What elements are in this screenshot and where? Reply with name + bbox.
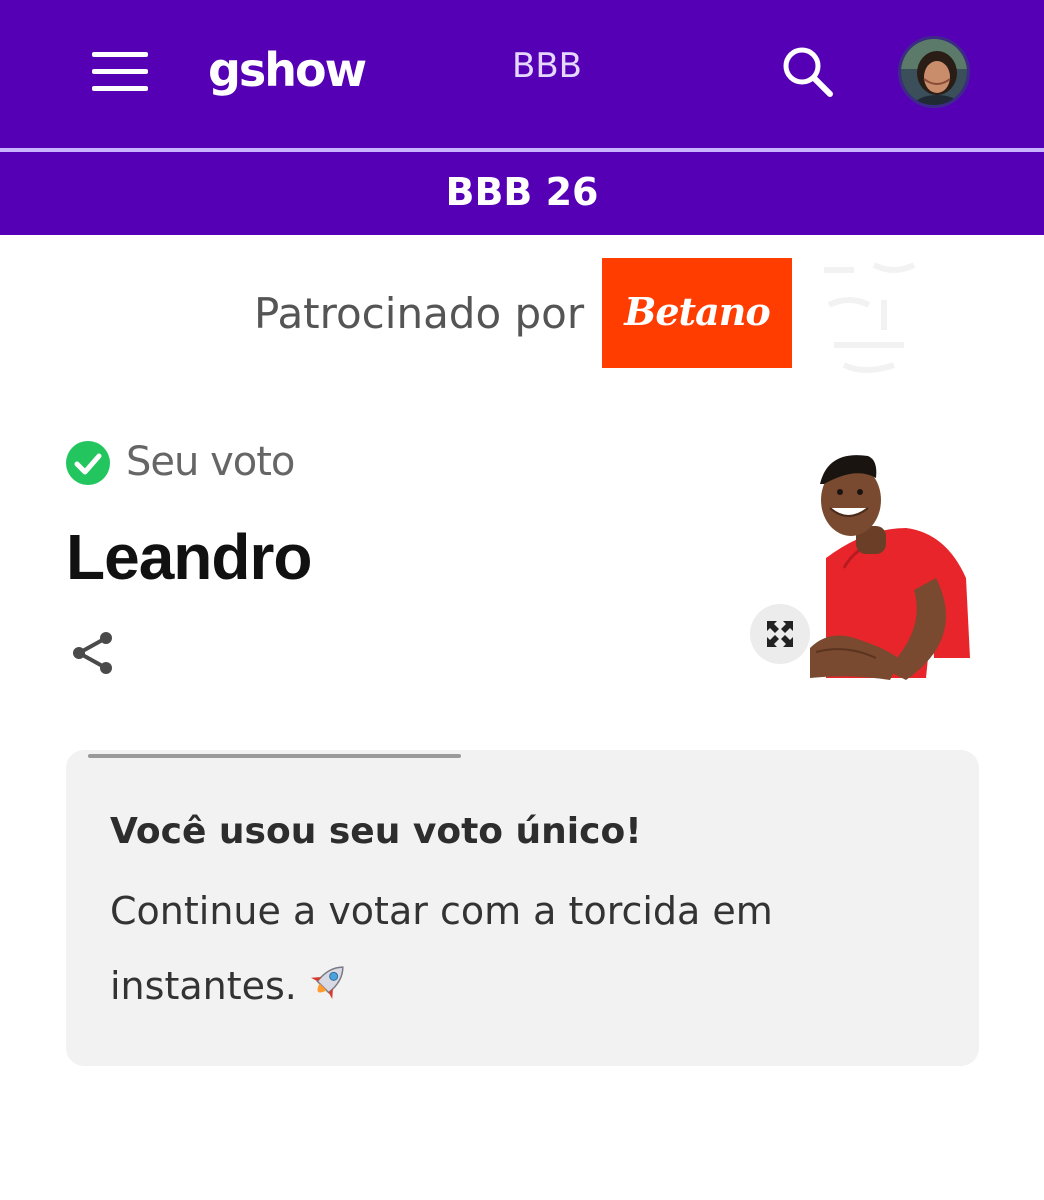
gshow-logo[interactable]: gshow: [208, 40, 367, 100]
vote-status-label: Seu voto: [126, 439, 295, 485]
check-circle-icon: [66, 441, 110, 485]
user-avatar[interactable]: [898, 36, 970, 108]
notice-body-text: Continue a votar com a torcida em instan…: [110, 889, 773, 1008]
sponsor-label: Patrocinado por: [254, 289, 585, 338]
hamburger-menu-icon[interactable]: [92, 52, 148, 92]
section-title: BBB 26: [445, 170, 599, 214]
sponsor-logo[interactable]: Betano: [602, 258, 792, 368]
rocket-icon: [303, 955, 353, 1001]
candidate-name: Leandro: [66, 521, 312, 593]
candidate-photo: [796, 448, 970, 688]
nav-link-bbb[interactable]: BBB: [512, 44, 582, 88]
notice-title: Você usou seu voto único!: [110, 811, 642, 852]
sponsor-brand: Betano: [624, 289, 770, 334]
top-bar: gshow BBB: [0, 0, 1044, 148]
expand-icon[interactable]: [750, 604, 810, 664]
notice-body: Continue a votar com a torcida em instan…: [110, 874, 910, 1024]
share-icon[interactable]: [70, 630, 116, 676]
faded-watermark: [814, 250, 930, 380]
sub-header: BBB 26: [0, 152, 1044, 235]
search-icon[interactable]: [780, 44, 836, 100]
card-progress-bar: [88, 754, 461, 758]
